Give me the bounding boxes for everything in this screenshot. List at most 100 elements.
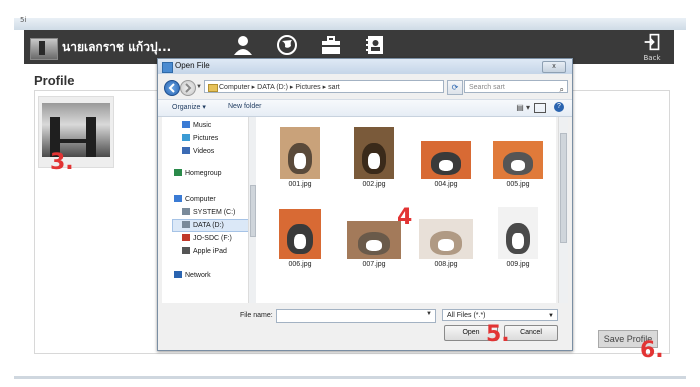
browser-strip: 5i	[14, 16, 686, 30]
file-name-row: File name: ▼ All Files (*.*) ▼	[158, 309, 572, 323]
file-name: 005.jpg	[506, 181, 530, 188]
nav-item-label: Homegroup	[185, 170, 222, 177]
nav-item-system-c[interactable]: SYSTEM (C:)	[182, 208, 235, 216]
dialog-close-button[interactable]: x	[542, 61, 566, 73]
file-thumbnail[interactable]	[270, 283, 330, 303]
file-thumbnail-image	[421, 141, 471, 179]
file-thumbnail[interactable]: 004.jpg	[416, 123, 476, 188]
preview-pane-icon[interactable]	[534, 103, 546, 113]
bridge-shape	[50, 139, 96, 143]
arrow-left-icon	[168, 83, 175, 93]
dialog-app-icon	[162, 62, 173, 73]
file-thumbnail[interactable]: 005.jpg	[488, 123, 548, 188]
file-thumbnail[interactable]: 008.jpg	[416, 203, 476, 268]
file-thumbnail[interactable]	[488, 283, 548, 303]
top-mark: 5i	[20, 16, 27, 24]
nav-item-label: DATA (D:)	[193, 222, 224, 229]
file-thumbnail-image	[419, 219, 473, 259]
file-name: 001.jpg	[288, 181, 312, 188]
recent-locations-dropdown[interactable]: ▼	[196, 84, 202, 90]
file-name-dropdown[interactable]: ▼	[426, 311, 432, 317]
organize-button[interactable]: Organize ▾	[172, 103, 206, 111]
nav-item-data-d[interactable]: DATA (D:)	[182, 221, 224, 229]
annotation-step-4: 4	[397, 205, 413, 230]
file-name-input[interactable]	[276, 309, 436, 323]
nav-item-pictures[interactable]: Pictures	[182, 134, 218, 142]
address-bar-row: ▼ Computer ▸ DATA (D:) ▸ Pictures ▸ sart…	[162, 78, 568, 96]
nav-item-label: Music	[193, 122, 212, 129]
dog-face-shape	[511, 160, 525, 172]
nav-item-homegroup[interactable]: Homegroup	[174, 169, 222, 177]
dog-face-shape	[439, 160, 453, 172]
file-thumbnail-image	[279, 209, 321, 259]
annotation-step-5: 5.	[486, 322, 510, 347]
globe-icon[interactable]	[276, 34, 298, 56]
nav-item-music[interactable]: Music	[182, 121, 211, 129]
briefcase-icon[interactable]	[320, 34, 342, 56]
profile-photo-image	[42, 103, 110, 157]
drive-icon	[182, 221, 190, 228]
computer-icon	[174, 195, 182, 202]
file-name-label: File name:	[240, 312, 273, 319]
file-type-select[interactable]: All Files (*.*) ▼	[442, 309, 558, 321]
breadcrumb[interactable]: Computer ▸ DATA (D:) ▸ Pictures ▸ sart	[204, 80, 444, 93]
new-folder-button[interactable]: New folder	[228, 103, 261, 110]
folder-icon	[208, 84, 218, 92]
file-thumbnail[interactable]: 001.jpg	[270, 123, 330, 188]
file-thumbnail[interactable]	[416, 283, 476, 303]
nav-forward-button[interactable]	[180, 80, 196, 96]
nav-item-label: SYSTEM (C:)	[193, 209, 236, 216]
pictures-icon	[182, 134, 190, 141]
file-thumbnail[interactable]	[344, 283, 404, 303]
nav-item-network[interactable]: Network	[174, 271, 211, 279]
videos-icon	[182, 147, 190, 154]
page-title: Profile	[34, 73, 75, 88]
search-placeholder: Search sart	[469, 84, 505, 91]
file-thumbnail[interactable]: 006.jpg	[270, 203, 330, 268]
dog-face-shape	[294, 234, 306, 249]
back-button[interactable]: Back	[638, 33, 666, 62]
nav-item-videos[interactable]: Videos	[182, 147, 214, 155]
navigation-pane: Music Pictures Videos Homegroup Computer SYST…	[162, 117, 257, 303]
file-thumbnail-image	[280, 127, 320, 179]
profile-icon[interactable]	[232, 34, 254, 56]
annotation-step-6: 6.	[640, 338, 664, 363]
refresh-button[interactable]: ⟳	[447, 80, 463, 95]
file-list-scrollbar-thumb[interactable]	[560, 133, 567, 243]
nav-back-button[interactable]	[164, 80, 180, 96]
dog-face-shape	[294, 153, 306, 169]
file-thumbnail[interactable]: 002.jpg	[344, 123, 404, 188]
tower-shape	[86, 117, 96, 157]
arrow-right-icon	[185, 83, 192, 93]
help-icon[interactable]: ?	[554, 102, 564, 112]
address-book-icon[interactable]	[364, 34, 386, 56]
nav-item-computer[interactable]: Computer	[174, 195, 216, 203]
file-list-scrollbar[interactable]	[558, 117, 568, 303]
nav-item-label: Apple iPad	[193, 248, 227, 255]
nav-item-apple-ipad[interactable]: Apple iPad	[182, 247, 227, 255]
homegroup-icon	[174, 169, 182, 176]
user-avatar[interactable]	[30, 38, 58, 60]
cancel-button[interactable]: Cancel	[504, 325, 558, 341]
nav-item-jo-sdc-f[interactable]: JO-SDC (F:)	[182, 234, 232, 242]
search-input[interactable]: Search sart ⌕	[464, 80, 568, 94]
file-name: 006.jpg	[288, 261, 312, 268]
file-name: 002.jpg	[362, 181, 386, 188]
file-name: 008.jpg	[434, 261, 458, 268]
usb-drive-icon	[182, 234, 190, 241]
network-icon	[174, 271, 182, 278]
dialog-titlebar[interactable]: Open File x	[158, 59, 572, 74]
file-thumbnail[interactable]: 009.jpg	[488, 203, 548, 268]
back-label: Back	[643, 54, 661, 62]
nav-item-label: JO-SDC (F:)	[193, 235, 232, 242]
view-options-icon[interactable]: ▤ ▾	[516, 103, 530, 112]
music-icon	[182, 121, 190, 128]
file-thumbnail-image	[498, 207, 538, 259]
ipad-icon	[182, 247, 190, 254]
dog-face-shape	[368, 153, 380, 169]
app-frame: 5i นายเลกราช แก้วปุ... Back Profile 3. S…	[0, 0, 700, 387]
file-thumbnail[interactable]: 007.jpg	[344, 203, 404, 268]
dialog-toolbar: Organize ▾ New folder ▤ ▾ ?	[158, 99, 572, 117]
bottom-divider	[14, 376, 686, 379]
drive-icon	[182, 208, 190, 215]
